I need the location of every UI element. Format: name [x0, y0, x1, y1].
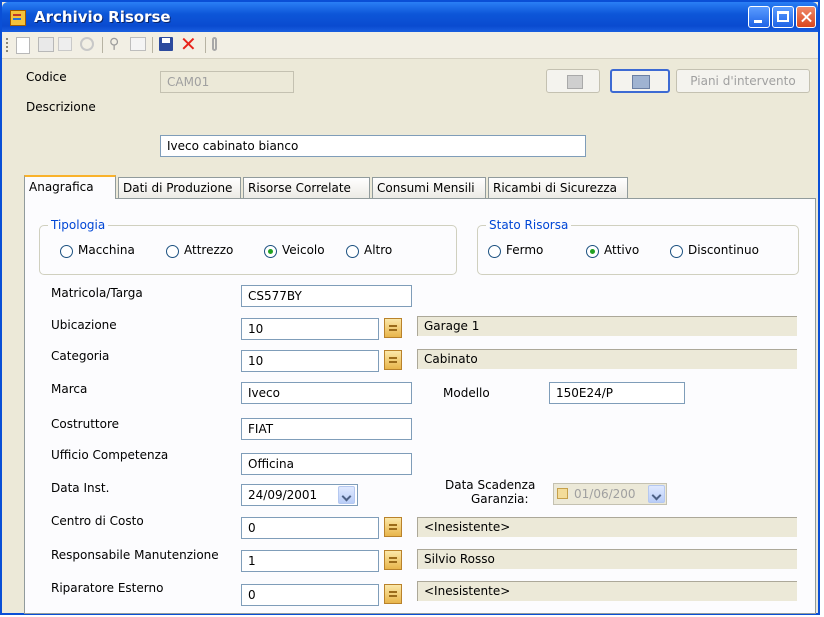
- toolbar-grip-icon[interactable]: [6, 38, 10, 52]
- tab-ricambi-sicurezza[interactable]: Ricambi di Sicurezza: [488, 177, 628, 198]
- centro-costo-description: <Inesistente>: [417, 517, 797, 537]
- radio-macchina[interactable]: [60, 245, 73, 258]
- data-scadenza-checkbox[interactable]: [557, 488, 568, 499]
- search-icon[interactable]: ⚲: [109, 37, 125, 53]
- marca-label: Marca: [51, 382, 88, 396]
- modello-field[interactable]: 150E24/P: [549, 382, 685, 404]
- riparatore-label: Riparatore Esterno: [51, 581, 164, 595]
- responsabile-lookup-icon[interactable]: [384, 550, 402, 570]
- riparatore-field[interactable]: 0: [241, 584, 379, 606]
- radio-veicolo-label: Veicolo: [282, 243, 325, 257]
- tab-risorse-correlate[interactable]: Risorse Correlate: [243, 177, 370, 198]
- new-icon[interactable]: [16, 37, 30, 54]
- tab-panel-anagrafica: Tipologia Macchina Attrezzo Veicolo Altr…: [24, 198, 816, 614]
- matricola-label: Matricola/Targa: [51, 286, 143, 300]
- tipologia-group: Tipologia Macchina Attrezzo Veicolo Altr…: [39, 218, 457, 275]
- piani-intervento-button[interactable]: Piani d'intervento: [676, 69, 810, 93]
- codice-label: Codice: [26, 70, 67, 84]
- radio-attrezzo[interactable]: [166, 245, 179, 258]
- print-preview-button[interactable]: [610, 69, 670, 93]
- toolbar: ⚲ ✕: [2, 32, 818, 59]
- ubicazione-description: Garage 1: [417, 316, 797, 336]
- codice-field: CAM01: [160, 71, 294, 93]
- radio-discontinuo-label: Discontinuo: [688, 243, 759, 257]
- title-bar[interactable]: Archivio Risorse: [2, 2, 818, 32]
- radio-fermo[interactable]: [488, 245, 501, 258]
- printer-icon: [567, 75, 583, 89]
- maximize-button[interactable]: [772, 6, 794, 28]
- print-preview-icon[interactable]: [130, 37, 146, 51]
- costruttore-label: Costruttore: [51, 417, 120, 431]
- copy-icon[interactable]: [58, 37, 72, 51]
- riparatore-description: <Inesistente>: [417, 581, 797, 601]
- minimize-button[interactable]: [748, 6, 770, 28]
- tab-dati-produzione[interactable]: Dati di Produzione: [118, 177, 241, 198]
- save-icon[interactable]: [159, 37, 173, 51]
- descrizione-label: Descrizione: [26, 100, 96, 114]
- main-window: Archivio Risorse ⚲ ✕ Codice CAM01 Descri…: [0, 0, 820, 615]
- data-inst-label: Data Inst.: [51, 481, 110, 495]
- costruttore-field[interactable]: FIAT: [241, 418, 412, 440]
- data-inst-value: 24/09/2001: [248, 488, 318, 502]
- toolbar-separator: [102, 37, 103, 53]
- categoria-lookup-icon[interactable]: [384, 350, 402, 370]
- radio-attivo-label: Attivo: [604, 243, 640, 257]
- categoria-field[interactable]: 10: [241, 350, 379, 372]
- ufficio-field[interactable]: Officina: [241, 453, 412, 475]
- attachment-icon[interactable]: [212, 37, 217, 51]
- responsabile-label: Responsabile Manutenzione: [51, 548, 219, 562]
- stato-risorsa-title: Stato Risorsa: [486, 218, 572, 232]
- ubicazione-label: Ubicazione: [51, 318, 117, 332]
- radio-attivo[interactable]: [586, 245, 599, 258]
- tab-anagrafica[interactable]: Anagrafica: [24, 175, 116, 199]
- data-scadenza-value: 01/06/200: [574, 487, 636, 501]
- matricola-field[interactable]: CS577BY: [241, 285, 412, 307]
- edit-icon[interactable]: [38, 37, 54, 52]
- centro-costo-field[interactable]: 0: [241, 517, 379, 539]
- radio-macchina-label: Macchina: [78, 243, 135, 257]
- radio-altro-label: Altro: [364, 243, 393, 257]
- marca-field[interactable]: Iveco: [241, 382, 412, 404]
- data-scadenza-dropdown-icon: [648, 485, 665, 503]
- radio-discontinuo[interactable]: [670, 245, 683, 258]
- radio-altro[interactable]: [346, 245, 359, 258]
- stato-risorsa-group: Stato Risorsa Fermo Attivo Discontinuo: [477, 218, 799, 275]
- radio-veicolo[interactable]: [264, 245, 277, 258]
- radio-attrezzo-label: Attrezzo: [184, 243, 234, 257]
- ubicazione-field[interactable]: 10: [241, 318, 379, 340]
- descrizione-field[interactable]: Iveco cabinato bianco: [160, 135, 586, 157]
- centro-costo-lookup-icon[interactable]: [384, 517, 402, 537]
- toolbar-separator: [152, 37, 153, 53]
- modello-label: Modello: [443, 386, 490, 400]
- radio-fermo-label: Fermo: [506, 243, 544, 257]
- responsabile-description: Silvio Rosso: [417, 549, 797, 569]
- data-scadenza-label-2: Garanzia:: [471, 492, 529, 506]
- close-button[interactable]: [796, 6, 816, 28]
- window-title: Archivio Risorse: [34, 8, 171, 26]
- tipologia-title: Tipologia: [48, 218, 109, 232]
- toolbar-separator: [205, 37, 206, 53]
- responsabile-field[interactable]: 1: [241, 550, 379, 572]
- print-button[interactable]: [546, 69, 600, 93]
- delete-icon[interactable]: ✕: [180, 34, 197, 54]
- refresh-icon[interactable]: [80, 37, 94, 51]
- centro-costo-label: Centro di Costo: [51, 514, 144, 528]
- categoria-label: Categoria: [51, 349, 110, 363]
- ufficio-label: Ufficio Competenza: [51, 448, 169, 462]
- riparatore-lookup-icon[interactable]: [384, 584, 402, 604]
- tab-consumi-mensili[interactable]: Consumi Mensili: [372, 177, 486, 198]
- ubicazione-lookup-icon[interactable]: [384, 318, 402, 338]
- printer-preview-icon: [632, 75, 650, 89]
- data-scadenza-label-1: Data Scadenza: [445, 478, 536, 492]
- categoria-description: Cabinato: [417, 349, 797, 369]
- data-inst-dropdown-icon[interactable]: [338, 486, 355, 504]
- app-icon: [10, 10, 26, 26]
